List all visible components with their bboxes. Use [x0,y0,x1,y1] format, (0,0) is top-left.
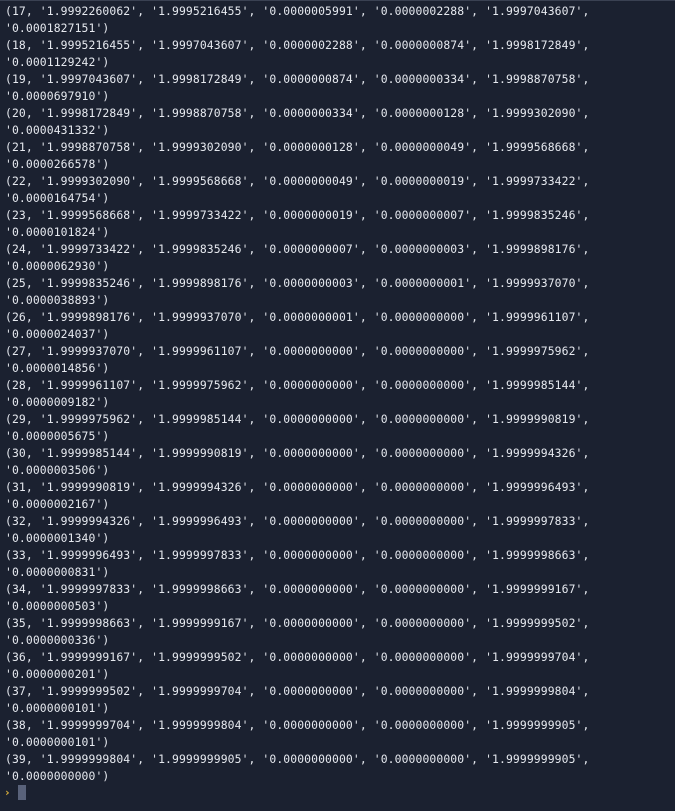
output-line: '0.0001129242') [5,55,110,69]
output-line: (22, '1.9999302090', '1.9999568668', '0.… [5,174,590,188]
prompt-arrow-icon: › [4,786,11,799]
output-line: (20, '1.9998172849', '1.9998870758', '0.… [5,106,590,120]
output-line: (28, '1.9999961107', '1.9999975962', '0.… [5,378,590,392]
terminal-prompt[interactable]: › [4,784,26,801]
output-line: '0.0000000201') [5,667,110,681]
output-line: (26, '1.9999898176', '1.9999937070', '0.… [5,310,590,324]
output-line: '0.0000005675') [5,429,110,443]
output-line: '0.0000038893') [5,293,110,307]
output-line: (39, '1.9999999804', '1.9999999905', '0.… [5,752,590,766]
output-line: '0.0000014856') [5,361,110,375]
output-line: '0.0000000101') [5,701,110,715]
output-line: '0.0000431332') [5,123,110,137]
output-line: '0.0000062930') [5,259,110,273]
output-line: (36, '1.9999999167', '1.9999999502', '0.… [5,650,590,664]
output-line: (18, '1.9995216455', '1.9997043607', '0.… [5,38,590,52]
output-line: (27, '1.9999937070', '1.9999961107', '0.… [5,344,590,358]
terminal-output: (17, '1.9992260062', '1.9995216455', '0.… [5,3,673,785]
output-line: (38, '1.9999999704', '1.9999999804', '0.… [5,718,590,732]
output-line: '0.0000002167') [5,497,110,511]
output-line: '0.0000000336') [5,633,110,647]
output-line: '0.0000101824') [5,225,110,239]
output-line: (37, '1.9999999502', '1.9999999704', '0.… [5,684,590,698]
output-line: (30, '1.9999985144', '1.9999990819', '0.… [5,446,590,460]
output-line: (17, '1.9992260062', '1.9995216455', '0.… [5,4,590,18]
output-line: (31, '1.9999990819', '1.9999994326', '0.… [5,480,590,494]
output-line: (19, '1.9997043607', '1.9998172849', '0.… [5,72,590,86]
terminal-window[interactable]: (17, '1.9992260062', '1.9995216455', '0.… [0,0,675,811]
output-line: '0.0000164754') [5,191,110,205]
output-line: '0.0000000101') [5,735,110,749]
output-line: '0.0000009182') [5,395,110,409]
output-line: '0.0000697910') [5,89,110,103]
output-line: (33, '1.9999996493', '1.9999997833', '0.… [5,548,590,562]
output-line: (24, '1.9999733422', '1.9999835246', '0.… [5,242,590,256]
output-line: (23, '1.9999568668', '1.9999733422', '0.… [5,208,590,222]
output-line: (21, '1.9998870758', '1.9999302090', '0.… [5,140,590,154]
output-line: '0.0000024037') [5,327,110,341]
output-line: (35, '1.9999998663', '1.9999999167', '0.… [5,616,590,630]
output-line: '0.0000000000') [5,769,110,783]
output-line: '0.0000003506') [5,463,110,477]
output-line: '0.0000000831') [5,565,110,579]
output-line: (29, '1.9999975962', '1.9999985144', '0.… [5,412,590,426]
output-line: (34, '1.9999997833', '1.9999998663', '0.… [5,582,590,596]
text-cursor [18,785,26,800]
output-line: '0.0000266578') [5,157,110,171]
output-line: '0.0000000503') [5,599,110,613]
output-line: (25, '1.9999835246', '1.9999898176', '0.… [5,276,590,290]
output-line: (32, '1.9999994326', '1.9999996493', '0.… [5,514,590,528]
output-line: '0.0000001340') [5,531,110,545]
output-line: '0.0001827151') [5,21,110,35]
